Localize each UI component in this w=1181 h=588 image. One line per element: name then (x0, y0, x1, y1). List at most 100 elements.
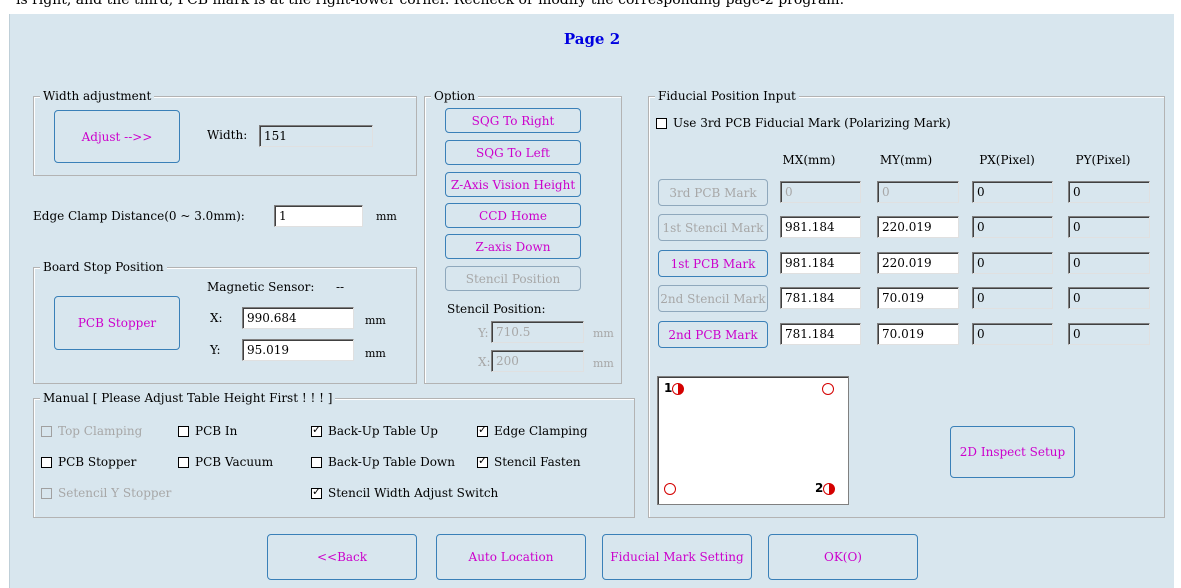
second-pcb-my-input[interactable]: 70.019 (877, 323, 959, 345)
checkbox-label: Use 3rd PCB Fiducial Mark (Polarizing Ma… (673, 116, 951, 130)
stencil-fasten-checkbox[interactable]: Stencil Fasten (477, 454, 581, 469)
checkbox-label: Top Clamping (58, 424, 143, 438)
first-pcb-my-input[interactable]: 220.019 (877, 252, 959, 274)
back-button[interactable]: <<Back (267, 534, 417, 580)
second-stencil-my-input[interactable]: 70.019 (877, 287, 959, 309)
third-mx-field: 0 (780, 181, 861, 203)
z-axis-down-button[interactable]: Z-axis Down (445, 234, 581, 259)
2d-inspect-setup-button[interactable]: 2D Inspect Setup (950, 426, 1075, 478)
second-pcb-mx-input[interactable]: 781.184 (780, 323, 861, 345)
checkbox-box (41, 425, 52, 437)
manual-pcb-stopper-checkbox[interactable]: PCB Stopper (41, 455, 136, 469)
first-pcb-mx-input[interactable]: 981.184 (780, 252, 861, 274)
edge-clamp-input[interactable]: 1 (274, 205, 363, 227)
stencil-width-adjust-checkbox[interactable]: Stencil Width Adjust Switch (311, 485, 499, 500)
third-py-field: 0 (1068, 181, 1150, 203)
board-preview: 1 2 (657, 376, 849, 505)
first-stencil-mx-input[interactable]: 981.184 (780, 216, 861, 238)
magnetic-sensor-value: -- (336, 280, 345, 294)
width-field: 151 (259, 125, 373, 147)
checkbox-label: PCB Vacuum (195, 455, 274, 469)
stop-y-label: Y: (210, 343, 221, 357)
checkbox-box (41, 487, 52, 499)
edge-clamping-checkbox[interactable]: Edge Clamping (477, 423, 588, 438)
adjust-width-button[interactable]: Adjust -->> (54, 110, 180, 163)
stencil-y-unit: mm (593, 327, 614, 340)
stop-x-unit: mm (365, 314, 386, 327)
first-stencil-px-field: 0 (972, 216, 1053, 238)
ok-button[interactable]: OK(O) (768, 534, 918, 580)
checkbox-box (656, 117, 667, 129)
truncated-instruction-text: is right, and the third, PCB mark is at … (16, 0, 845, 8)
stop-y-input[interactable]: 95.019 (242, 339, 354, 361)
checkbox-box (178, 456, 189, 468)
second-pcb-mark-button[interactable]: 2nd PCB Mark (658, 321, 768, 348)
stencil-x-label: X: (478, 355, 491, 369)
checkbox-box (477, 454, 488, 468)
checkbox-label: Setencil Y Stopper (58, 486, 172, 500)
use-3rd-fiducial-checkbox[interactable]: Use 3rd PCB Fiducial Mark (Polarizing Ma… (656, 116, 951, 130)
sqg-to-left-button[interactable]: SQG To Left (445, 140, 581, 165)
checkbox-label: PCB Stopper (58, 455, 137, 469)
board-stop-legend: Board Stop Position (40, 260, 167, 274)
fiducial-legend: Fiducial Position Input (655, 89, 799, 103)
manual-legend: Manual [ Please Adjust Table Height Firs… (40, 391, 336, 405)
second-stencil-mx-input[interactable]: 781.184 (780, 287, 861, 309)
pcb-in-checkbox[interactable]: PCB In (178, 424, 237, 438)
checkbox-label: Edge Clamping (494, 424, 588, 438)
magnetic-sensor-label: Magnetic Sensor: (207, 280, 315, 294)
checkbox-box (311, 456, 322, 468)
checkbox-label: Stencil Width Adjust Switch (328, 486, 499, 500)
column-header-px: PX(Pixel) (979, 153, 1035, 167)
stencil-y-label: Y: (478, 326, 489, 340)
page2-panel: Page 2 Width adjustment Adjust -->> Widt… (9, 14, 1174, 588)
backup-table-down-checkbox[interactable]: Back-Up Table Down (311, 455, 455, 469)
fiducial-mark-3-icon (822, 383, 834, 395)
checkbox-box (477, 423, 488, 437)
first-stencil-py-field: 0 (1068, 216, 1150, 238)
stencil-position-label: Stencil Position: (447, 302, 546, 316)
auto-location-button[interactable]: Auto Location (436, 534, 586, 580)
checkbox-box (41, 456, 52, 468)
checkbox-label: Back-Up Table Up (328, 424, 438, 438)
second-pcb-py-field: 0 (1068, 323, 1150, 345)
first-pcb-py-field: 0 (1068, 252, 1150, 274)
sqg-to-right-button[interactable]: SQG To Right (445, 108, 581, 133)
option-legend: Option (431, 89, 479, 103)
third-pcb-mark-button: 3rd PCB Mark (658, 179, 768, 206)
checkbox-label: PCB In (195, 424, 238, 438)
second-pcb-px-field: 0 (972, 323, 1053, 345)
width-adjustment-legend: Width adjustment (40, 89, 155, 103)
checkbox-box (311, 485, 322, 499)
stop-y-unit: mm (365, 347, 386, 360)
z-axis-vision-height-button[interactable]: Z-Axis Vision Height (445, 172, 581, 197)
first-stencil-my-input[interactable]: 220.019 (877, 216, 959, 238)
edge-clamp-unit: mm (376, 210, 397, 223)
checkbox-label: Back-Up Table Down (328, 455, 455, 469)
second-stencil-px-field: 0 (972, 287, 1053, 309)
fiducial-mark-corner-icon (664, 483, 676, 495)
third-my-field: 0 (877, 181, 959, 203)
second-stencil-mark-button: 2nd Stencil Mark (658, 285, 768, 312)
fiducial-mark-setting-button[interactable]: Fiducial Mark Setting (602, 534, 752, 580)
column-header-mx: MX(mm) (782, 153, 836, 167)
first-pcb-px-field: 0 (972, 252, 1053, 274)
stencil-x-unit: mm (593, 357, 614, 370)
checkbox-box (311, 423, 322, 437)
stop-x-input[interactable]: 990.684 (242, 307, 354, 329)
stencil-y-stopper-checkbox: Setencil Y Stopper (41, 486, 171, 500)
first-stencil-mark-button: 1st Stencil Mark (658, 214, 768, 241)
column-header-py: PY(Pixel) (1075, 153, 1131, 167)
pcb-stopper-button[interactable]: PCB Stopper (54, 296, 180, 350)
second-stencil-py-field: 0 (1068, 287, 1150, 309)
pcb-vacuum-checkbox[interactable]: PCB Vacuum (178, 455, 273, 469)
stencil-y-field: 710.5 (491, 321, 584, 343)
page-title: Page 2 (563, 30, 621, 48)
backup-table-up-checkbox[interactable]: Back-Up Table Up (311, 423, 438, 438)
fiducial-mark-1-icon (672, 383, 684, 395)
first-pcb-mark-button[interactable]: 1st PCB Mark (658, 250, 768, 277)
stop-x-label: X: (210, 311, 223, 325)
ccd-home-button[interactable]: CCD Home (445, 203, 581, 228)
stencil-position-button: Stencil Position (445, 266, 581, 291)
stencil-x-field: 200 (491, 350, 584, 372)
